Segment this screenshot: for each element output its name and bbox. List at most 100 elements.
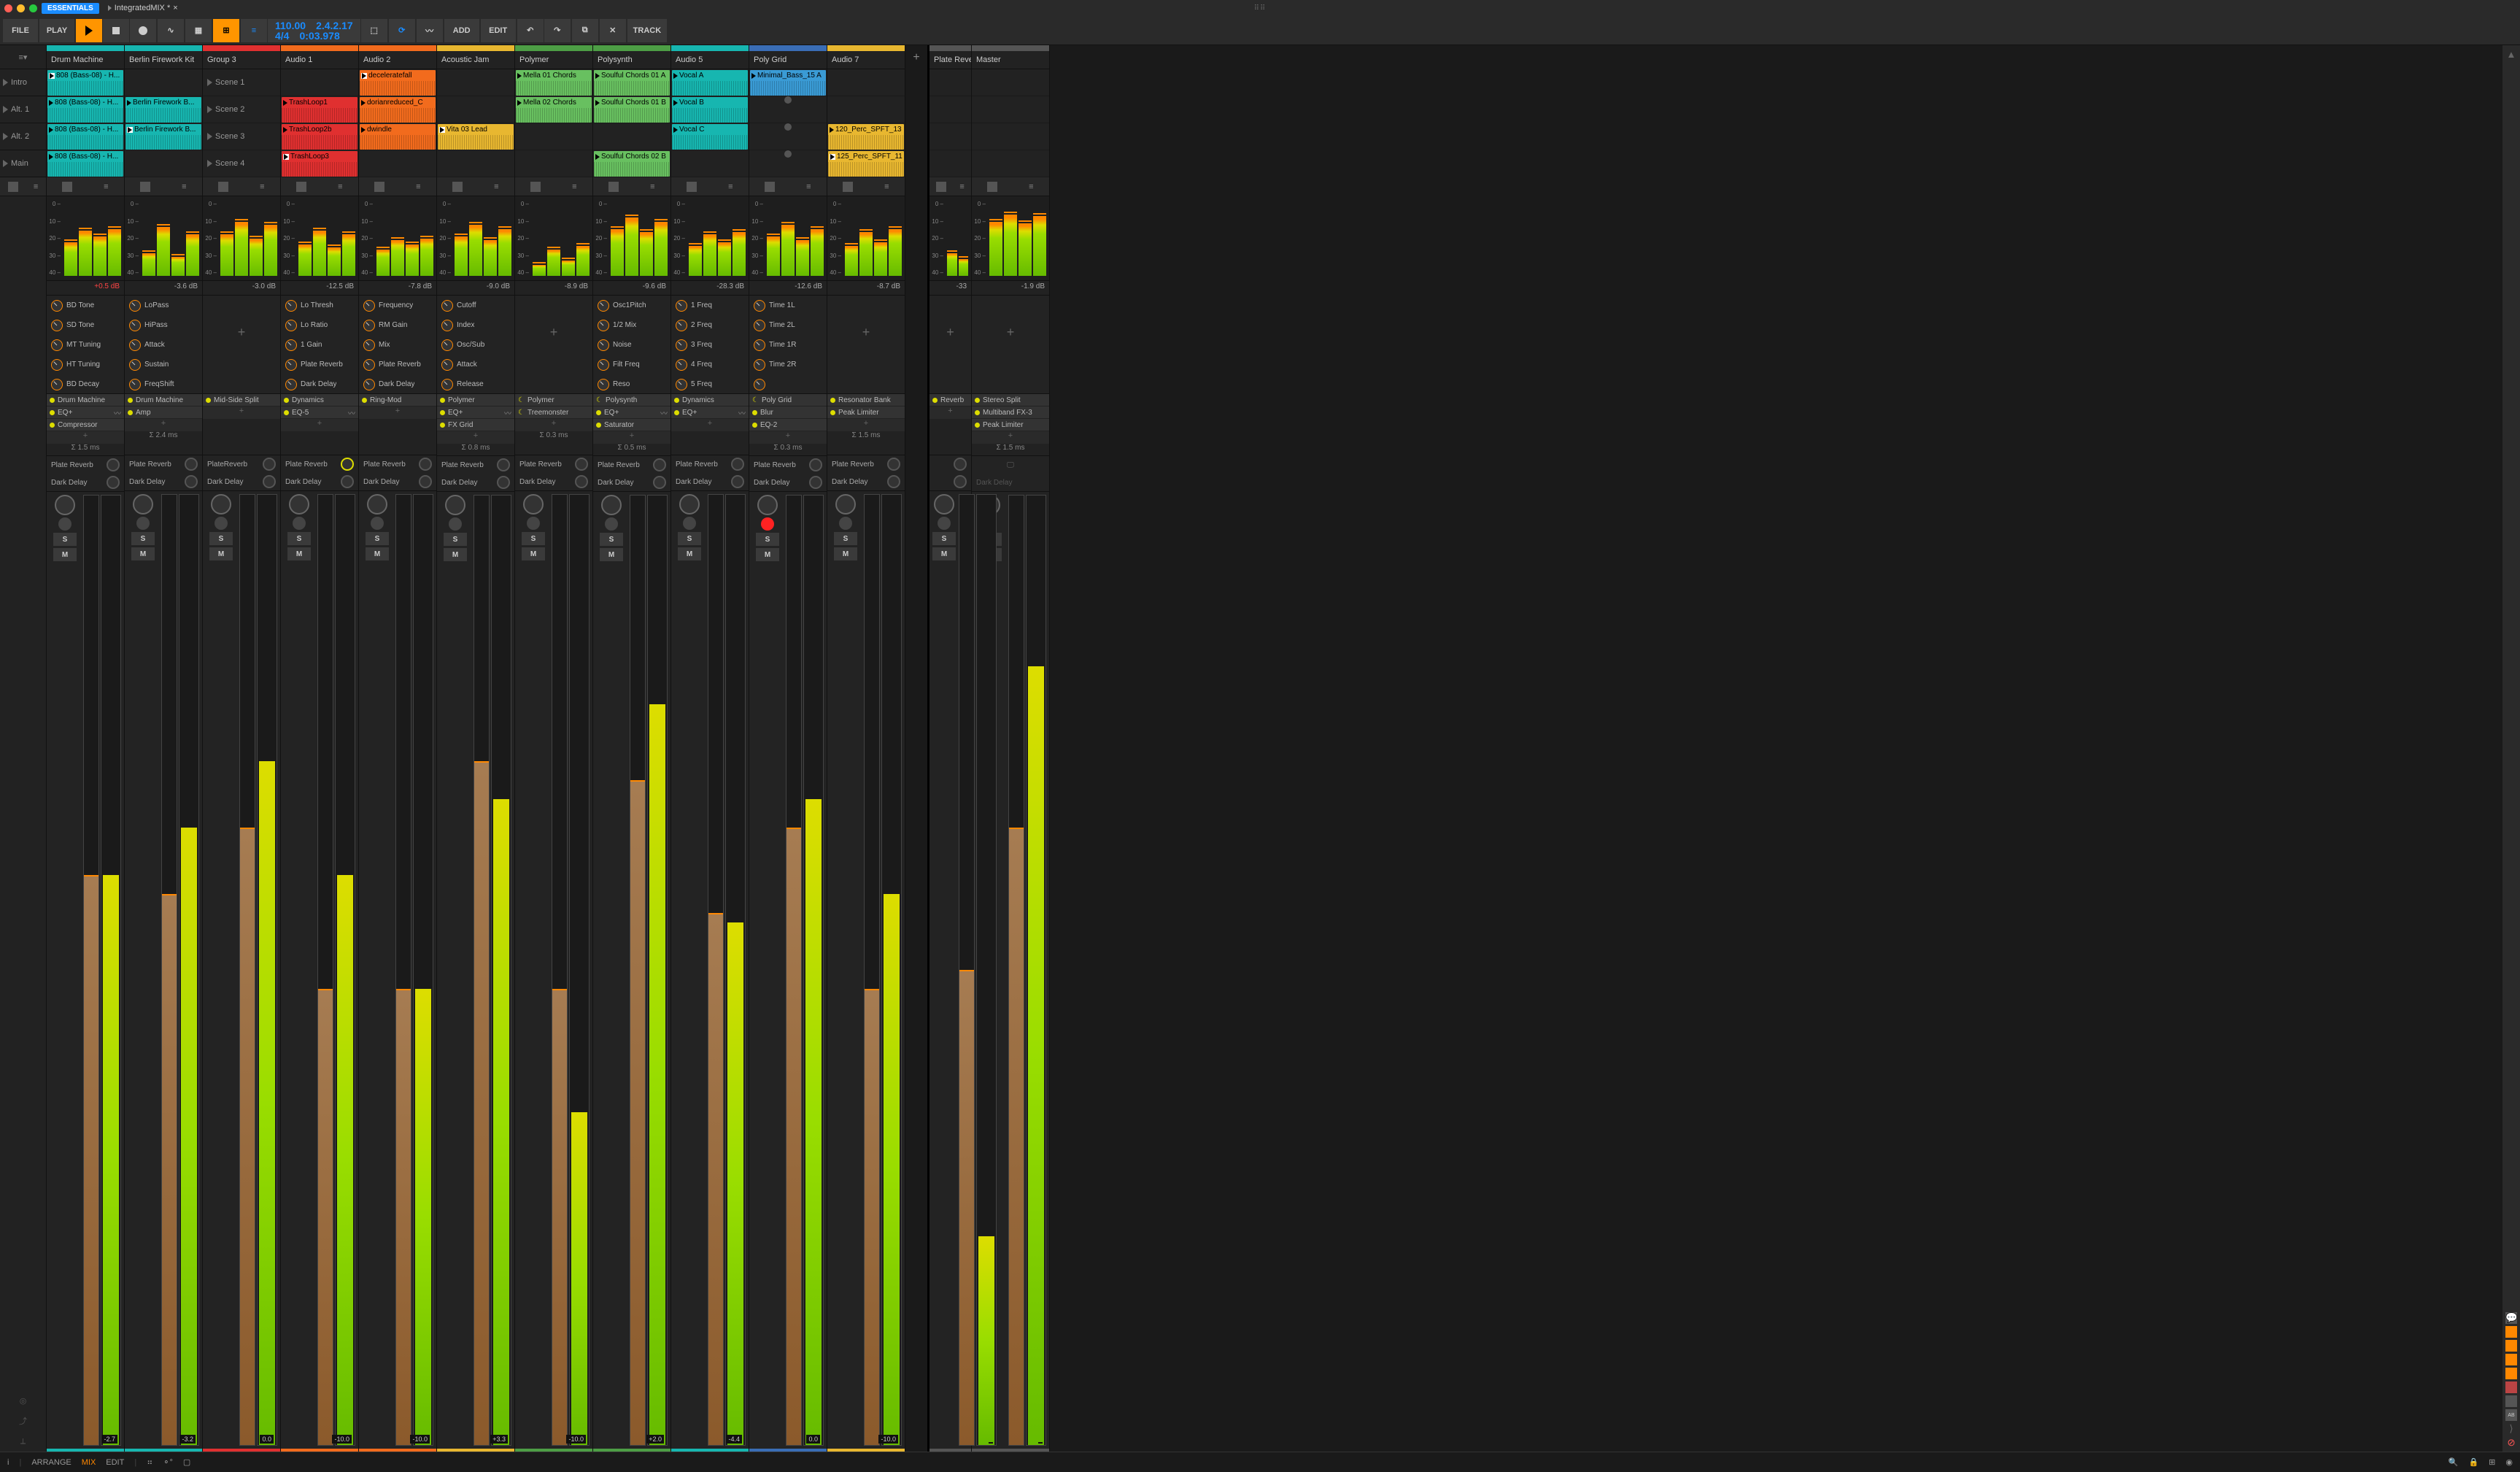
add-device-button[interactable]: + xyxy=(929,296,971,369)
send-row[interactable]: Dark Delay xyxy=(515,473,592,490)
project-tab[interactable]: IntegratedMIX * × xyxy=(104,2,182,14)
browser-tab-3[interactable] xyxy=(2505,1354,2517,1365)
send-knob[interactable] xyxy=(497,458,510,471)
send-knob[interactable] xyxy=(107,458,120,471)
volume-fader[interactable] xyxy=(161,494,177,1446)
send-knob[interactable] xyxy=(954,475,967,488)
send-row[interactable] xyxy=(929,455,971,473)
fx-slot[interactable]: Drum Machine xyxy=(47,394,124,406)
send-row[interactable]: Plate Reverb xyxy=(515,455,592,473)
edit-view-button[interactable]: EDIT xyxy=(106,1458,124,1467)
mix-view-button[interactable]: MIX xyxy=(82,1458,96,1467)
track-stop-button[interactable] xyxy=(140,182,150,192)
dashboard-icon[interactable]: ⊞ xyxy=(2489,1457,2495,1467)
track-stop-button[interactable] xyxy=(936,182,946,192)
fx-slot[interactable]: ☾Polymer xyxy=(515,394,592,406)
solo-button[interactable]: S xyxy=(209,532,233,545)
track-menu-icon[interactable]: ≡ xyxy=(338,182,342,191)
add-fx-button[interactable]: + xyxy=(515,419,592,431)
fx-slot[interactable]: ☾Poly Grid xyxy=(749,394,827,406)
solo-button[interactable]: S xyxy=(287,532,311,545)
send-row[interactable]: Dark Delay xyxy=(437,474,514,491)
solo-button[interactable]: S xyxy=(932,532,956,545)
fx-slot[interactable]: EQ+〰 xyxy=(437,406,514,419)
record-button[interactable] xyxy=(130,19,156,42)
track-name[interactable]: Audio 7 xyxy=(827,51,905,69)
send-row[interactable]: Dark Delay xyxy=(47,474,124,491)
device-knob[interactable] xyxy=(754,300,765,312)
window-zoom[interactable] xyxy=(29,4,37,12)
solo-button[interactable]: S xyxy=(522,532,545,545)
device-knob[interactable] xyxy=(363,339,375,351)
show-automation-icon[interactable]: ◎ xyxy=(0,1390,46,1411)
detail-icon[interactable]: ⠶ xyxy=(147,1457,152,1467)
track-menu-icon[interactable]: ≡ xyxy=(104,182,108,191)
send-row[interactable]: Plate Reverb xyxy=(125,455,202,473)
show-sends-icon[interactable]: ⤴ xyxy=(0,1411,46,1431)
track-stop-button[interactable] xyxy=(452,182,463,192)
device-knob[interactable] xyxy=(598,359,609,371)
clip-slot[interactable]: Vita 03 Lead xyxy=(437,123,514,150)
send-knob[interactable] xyxy=(809,476,822,489)
track-stop-button[interactable] xyxy=(374,182,384,192)
send-knob[interactable] xyxy=(263,475,276,488)
clip-slot[interactable] xyxy=(437,69,514,96)
clip-slot[interactable]: TrashLoop2b xyxy=(281,123,358,150)
track-name[interactable]: Drum Machine xyxy=(47,51,124,69)
clip-slot[interactable]: 120_Perc_SPFT_13 xyxy=(827,123,905,150)
clip-slot[interactable] xyxy=(671,150,749,177)
play-button[interactable] xyxy=(76,19,102,42)
mute-button[interactable]: M xyxy=(53,548,77,561)
fx-slot[interactable]: ☾Polysynth xyxy=(593,394,670,406)
pan-knob[interactable] xyxy=(757,495,778,515)
scene-row[interactable]: Main xyxy=(0,150,46,177)
scene-row[interactable]: Alt. 2 xyxy=(0,123,46,150)
clip-slot[interactable] xyxy=(827,69,905,96)
clip-slot[interactable]: 125_Perc_SPFT_11 xyxy=(827,150,905,177)
solo-button[interactable]: S xyxy=(53,533,77,546)
track-name[interactable]: Berlin Firework Kit xyxy=(125,51,202,69)
track-stop-button[interactable] xyxy=(218,182,228,192)
browser-tab-6[interactable] xyxy=(2505,1395,2517,1407)
send-row[interactable]: Plate Reverb xyxy=(47,456,124,474)
lock-icon[interactable]: 🔒 xyxy=(2468,1457,2478,1467)
record-arm-button[interactable] xyxy=(371,517,384,530)
solo-button[interactable]: S xyxy=(834,532,857,545)
send-knob[interactable] xyxy=(341,475,354,488)
delete-button[interactable]: ✕ xyxy=(600,19,626,42)
mute-button[interactable]: M xyxy=(600,548,623,561)
search-icon[interactable]: 🔍 xyxy=(2449,1457,2459,1467)
add-device-button[interactable]: + xyxy=(827,296,905,369)
device-knob[interactable] xyxy=(51,379,63,390)
track-name[interactable]: Polysynth xyxy=(593,51,670,69)
device-knob[interactable] xyxy=(754,359,765,371)
mute-button[interactable]: M xyxy=(756,548,779,561)
track-stop-button[interactable] xyxy=(687,182,697,192)
fill-button[interactable]: ▦ xyxy=(185,19,212,42)
send-row[interactable]: Plate Reverb xyxy=(593,456,670,474)
device-knob[interactable] xyxy=(363,320,375,331)
add-track-button[interactable]: + xyxy=(905,45,927,1452)
send-knob[interactable] xyxy=(341,458,354,471)
clip-slot[interactable]: deceleratefall xyxy=(359,69,436,96)
send-knob[interactable] xyxy=(185,458,198,471)
device-knob[interactable] xyxy=(285,339,297,351)
send-knob[interactable] xyxy=(575,475,588,488)
send-knob[interactable] xyxy=(887,475,900,488)
scene-menu-icon[interactable]: ≡▾ xyxy=(0,45,46,69)
pan-knob[interactable] xyxy=(211,494,231,515)
device-knob[interactable] xyxy=(285,320,297,331)
track-menu-icon[interactable]: ≡ xyxy=(572,182,576,191)
browser-tab-2[interactable] xyxy=(2505,1340,2517,1352)
send-knob[interactable] xyxy=(731,475,744,488)
send-knob[interactable] xyxy=(954,458,967,471)
device-knob[interactable] xyxy=(754,320,765,331)
clip-slot[interactable] xyxy=(437,150,514,177)
clip-slot[interactable]: dorianreduced_C xyxy=(359,96,436,123)
record-arm-button[interactable] xyxy=(449,517,462,531)
clip-slot[interactable] xyxy=(125,69,202,96)
send-knob[interactable] xyxy=(887,458,900,471)
clip-launcher-button[interactable]: ⊞ xyxy=(213,19,239,42)
device-knob[interactable] xyxy=(441,339,453,351)
track-stop-button[interactable] xyxy=(608,182,619,192)
